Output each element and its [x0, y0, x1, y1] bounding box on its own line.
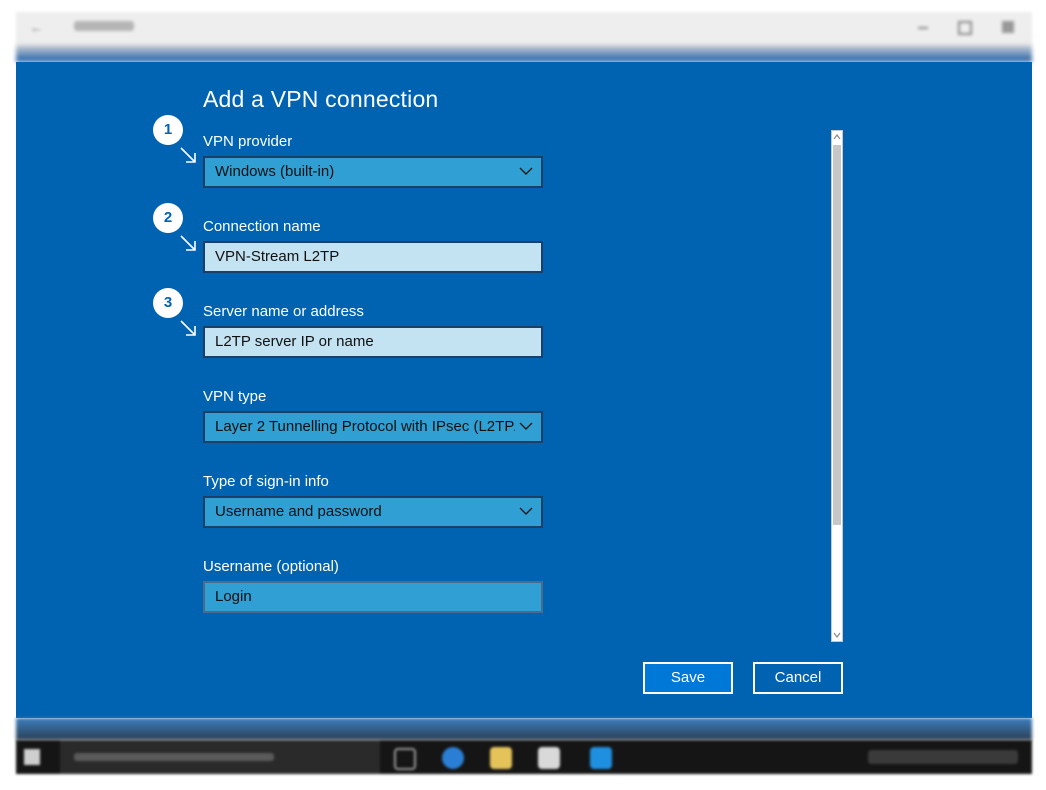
maximize-icon[interactable] [958, 21, 972, 35]
signin-type-label: Type of sign-in info [203, 473, 329, 490]
store-icon[interactable] [538, 747, 560, 769]
chevron-down-icon [519, 422, 533, 430]
chevron-down-icon [519, 167, 533, 175]
chevron-down-icon [519, 507, 533, 515]
settings-app-icon[interactable] [590, 747, 612, 769]
connection-name-label: Connection name [203, 218, 321, 235]
window-content-strip [16, 44, 1032, 62]
vpn-provider-select[interactable]: Windows (built-in) [203, 156, 543, 188]
provider-label: VPN provider [203, 133, 293, 150]
file-explorer-icon[interactable] [490, 747, 512, 769]
connection-name-input[interactable]: VPN-Stream L2TP [203, 241, 543, 273]
edge-icon[interactable] [442, 747, 464, 769]
signin-type-select[interactable]: Username and password [203, 496, 543, 528]
minimize-icon[interactable] [918, 27, 928, 29]
vpn-type-select[interactable]: Layer 2 Tunnelling Protocol with IPsec (… [203, 411, 543, 443]
vpn-dialog: Add a VPN connection 1 VPN provider Wind… [16, 62, 1032, 718]
step-badge-2: 2 [153, 203, 183, 233]
save-button[interactable]: Save [643, 662, 733, 694]
server-label: Server name or address [203, 303, 364, 320]
server-address-value: L2TP server IP or name [215, 333, 374, 350]
system-tray[interactable] [868, 750, 1018, 764]
scroll-up-icon[interactable] [833, 132, 841, 142]
server-address-input[interactable]: L2TP server IP or name [203, 326, 543, 358]
arrow-down-right-icon [180, 235, 196, 251]
window-bottom-strip [16, 718, 1032, 740]
arrow-down-right-icon [180, 320, 196, 336]
window-titlebar: ← [16, 12, 1032, 44]
step-badge-1: 1 [153, 115, 183, 145]
task-view-icon[interactable] [394, 748, 416, 770]
vpn-type-label: VPN type [203, 388, 267, 405]
vpn-provider-value: Windows (built-in) [215, 163, 335, 180]
scrollbar[interactable] [831, 130, 843, 642]
vpn-type-value: Layer 2 Tunnelling Protocol with IPsec (… [215, 418, 515, 435]
back-arrow-icon[interactable]: ← [30, 20, 44, 35]
signin-type-value: Username and password [215, 503, 382, 520]
scroll-down-icon[interactable] [833, 630, 841, 640]
window-title-placeholder [74, 21, 134, 31]
arrow-down-right-icon [180, 147, 196, 163]
taskbar-search[interactable] [60, 740, 380, 774]
username-label: Username (optional) [203, 558, 339, 575]
dialog-title: Add a VPN connection [203, 86, 439, 112]
step-badge-3: 3 [153, 288, 183, 318]
connection-name-value: VPN-Stream L2TP [215, 248, 340, 265]
taskbar [16, 740, 1032, 774]
start-icon[interactable] [24, 749, 40, 765]
close-icon[interactable] [1002, 21, 1014, 33]
cancel-button[interactable]: Cancel [753, 662, 843, 694]
username-input[interactable]: Login [203, 581, 543, 613]
username-value: Login [215, 588, 252, 605]
scrollbar-thumb[interactable] [833, 145, 841, 525]
